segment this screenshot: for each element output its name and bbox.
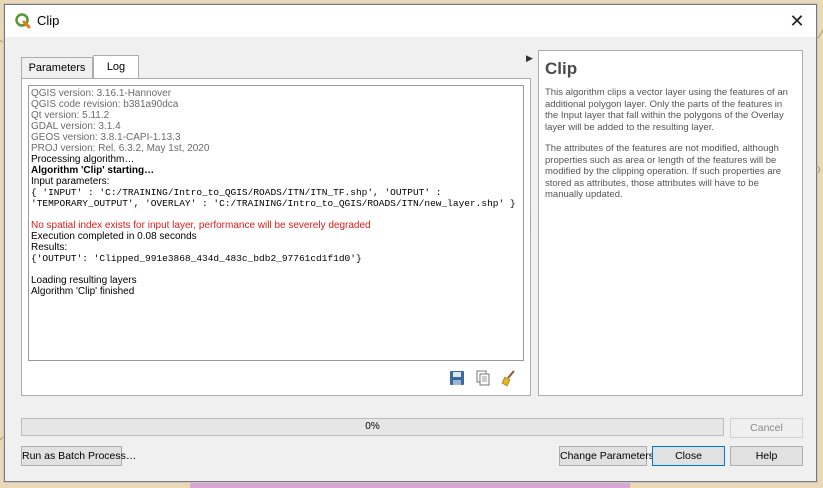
log-line: Algorithm 'Clip' starting…	[31, 165, 155, 176]
log-line: QGIS code revision: b381a90dca	[31, 99, 179, 110]
log-line: { 'INPUT' : 'C:/TRAINING/Intro_to_QGIS/R…	[31, 187, 442, 198]
save-icon[interactable]	[448, 369, 466, 387]
qgis-logo-icon	[15, 13, 31, 29]
log-line: Algorithm 'Clip' finished	[31, 286, 135, 297]
log-line: 'TEMPORARY_OUTPUT', 'OVERLAY' : 'C:/TRAI…	[31, 198, 516, 209]
collapse-help-arrow-icon[interactable]: ▶	[526, 53, 533, 64]
log-line: GDAL version: 3.1.4	[31, 121, 121, 132]
help-title: Clip	[545, 59, 578, 78]
copy-icon[interactable]	[474, 369, 492, 387]
log-line: Qt version: 5.11.2	[31, 110, 110, 121]
log-line: {'OUTPUT': 'Clipped_991e3868_434d_483c_b…	[31, 253, 362, 264]
broom-icon[interactable]	[500, 369, 518, 387]
log-line: Processing algorithm…	[31, 154, 135, 165]
close-button[interactable]: Close	[652, 446, 725, 466]
help-paragraph: The attributes of the features are not m…	[545, 143, 782, 200]
help-button[interactable]: Help	[730, 446, 803, 466]
help-paragraph: This algorithm clips a vector layer usin…	[545, 87, 788, 133]
change-parameters-button[interactable]: Change Parameters	[559, 446, 654, 466]
log-tab-panel: QGIS version: 3.16.1-Hannover QGIS code r…	[21, 78, 531, 396]
progress-bar: 0%	[21, 418, 724, 436]
cancel-button[interactable]: Cancel	[730, 418, 803, 438]
log-line: No spatial index exists for input layer,…	[31, 220, 371, 231]
log-line: Results:	[31, 242, 68, 253]
panel-splitter[interactable]	[530, 215, 534, 231]
clip-dialog: Clip ✕ Parameters Log QGIS version: 3.16…	[4, 4, 817, 482]
log-line: GEOS version: 3.8.1-CAPI-1.13.3	[31, 132, 181, 143]
tab-log[interactable]: Log	[93, 55, 139, 79]
log-line: Input parameters:	[31, 176, 110, 187]
log-line: QGIS version: 3.16.1-Hannover	[31, 88, 172, 99]
tab-parameters[interactable]: Parameters	[21, 57, 93, 79]
log-output[interactable]: QGIS version: 3.16.1-Hannover QGIS code r…	[28, 85, 524, 361]
help-panel: Clip This algorithm clips a vector layer…	[538, 50, 803, 396]
window-title: Clip	[37, 13, 60, 28]
log-line: Loading resulting layers	[31, 275, 137, 286]
run-as-batch-button[interactable]: Run as Batch Process…	[21, 446, 136, 466]
log-line: PROJ version: Rel. 6.3.2, May 1st, 2020	[31, 143, 210, 154]
title-bar[interactable]: Clip ✕	[5, 5, 816, 37]
window-close-icon[interactable]: ✕	[786, 10, 808, 32]
log-line: Execution completed in 0.08 seconds	[31, 231, 197, 242]
progress-label: 0%	[365, 421, 380, 432]
